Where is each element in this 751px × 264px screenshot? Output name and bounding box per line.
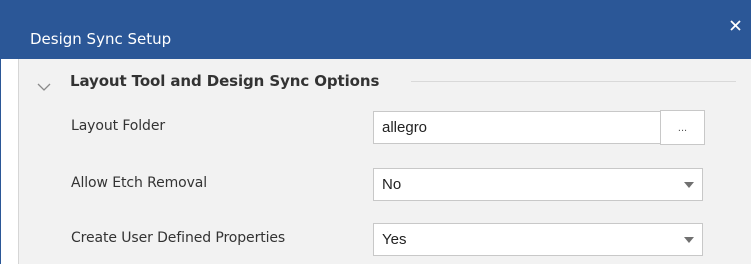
- dropdown-caret-icon: [684, 237, 694, 243]
- close-icon: [729, 19, 741, 31]
- options-panel: Layout Tool and Design Sync Options Layo…: [18, 59, 751, 264]
- title-bar: Design Sync Setup: [1, 0, 751, 59]
- create-user-defined-properties-select[interactable]: Yes: [373, 223, 703, 256]
- window-title: Design Sync Setup: [30, 30, 172, 48]
- allow-etch-removal-select[interactable]: No: [373, 168, 703, 201]
- section-divider: [411, 81, 736, 82]
- allow-etch-removal-label: Allow Etch Removal: [71, 175, 208, 191]
- chevron-down-icon[interactable]: [37, 83, 51, 92]
- allow-etch-removal-value: No: [382, 176, 402, 193]
- design-sync-setup-dialog: Design Sync Setup Layout Tool and Design…: [0, 0, 751, 264]
- layout-folder-label: Layout Folder: [71, 118, 166, 134]
- section-title: Layout Tool and Design Sync Options: [70, 72, 380, 90]
- create-user-defined-properties-label: Create User Defined Properties: [71, 230, 286, 246]
- browse-button[interactable]: ...: [660, 110, 705, 145]
- dropdown-caret-icon: [684, 182, 694, 188]
- close-button[interactable]: [723, 13, 747, 37]
- layout-folder-input[interactable]: allegro: [373, 111, 663, 144]
- section-header[interactable]: Layout Tool and Design Sync Options: [19, 59, 736, 103]
- create-user-defined-properties-value: Yes: [382, 231, 407, 248]
